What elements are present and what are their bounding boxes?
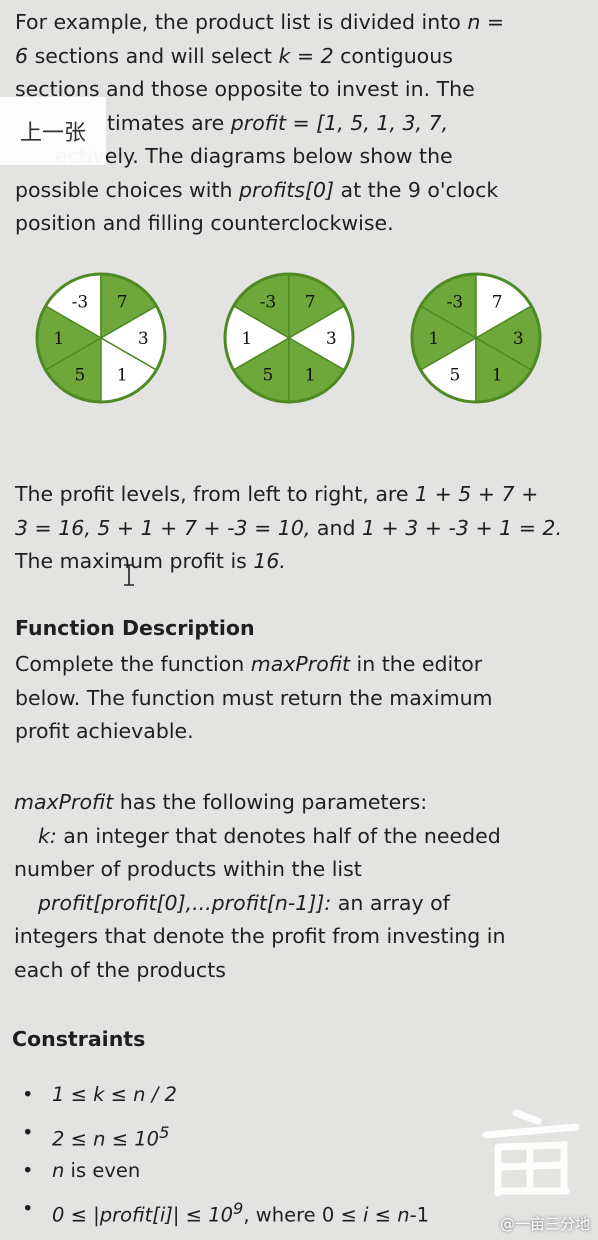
var-k: k: [278, 43, 291, 68]
exponent: 9: [233, 1199, 244, 1218]
constraint-text: , where 0 ≤: [243, 1203, 364, 1227]
constraint-text: 2 ≤ n ≤ 10: [52, 1127, 160, 1151]
param-k-name: k:: [38, 823, 57, 848]
wheel-label: 1: [492, 366, 503, 386]
num-six: 6: [15, 43, 29, 68]
constraint-text: 0 ≤ |profit[i]| ≤ 10: [52, 1203, 234, 1227]
profit-levels-paragraph: The profit levels, from left to right, a…: [15, 478, 575, 579]
function-name: maxProfit: [250, 652, 351, 676]
wheel-3: -3 7315 1: [410, 272, 542, 404]
constraint-text: is even: [64, 1159, 141, 1182]
constraint-text: ≤: [368, 1203, 398, 1227]
constraints-heading: Constraints: [12, 1027, 146, 1051]
watermark-text: @一亩三分地: [499, 1215, 590, 1233]
wheel-label: 7: [305, 292, 316, 312]
var-n: n: [467, 10, 481, 34]
wheel-label: 3: [326, 329, 337, 349]
params-text: an array of: [331, 890, 450, 915]
expr: 1 + 3 + -3 + 1 = 2.: [362, 515, 562, 540]
wheel-label: -3: [447, 292, 464, 312]
params-text: has the following parameters:: [113, 790, 428, 814]
wheel-1: -3 7315 1: [35, 272, 167, 404]
wheel-label: 3: [513, 329, 524, 349]
expr: 1 + 5 + 7 +: [415, 482, 539, 506]
levels-text: and: [310, 515, 362, 540]
params-text: integers that denote the profit from inv…: [14, 924, 506, 948]
wheel-label: 7: [117, 292, 128, 312]
wheel-diagrams: -3 7 3 1 5 1 -3 7 3 1 5 1 -3 7 3 1 5 1: [0, 268, 598, 408]
fd-text: Complete the function: [15, 652, 251, 676]
profit0-var: profits[0]: [239, 177, 335, 202]
intro-text: possible choices with: [15, 177, 240, 202]
wheel-label: 1: [305, 366, 316, 386]
intro-text: sections and will select: [28, 43, 279, 68]
function-description-heading: Function Description: [15, 616, 255, 640]
intro-text: For example, the product list is divided…: [15, 10, 468, 34]
intro-text: at the 9 o'clock: [334, 177, 499, 202]
wheel-label: 7: [492, 292, 503, 312]
params-text: number of products within the list: [14, 857, 362, 881]
params-text: an integer that denotes half of the need…: [56, 823, 501, 848]
intro-text: timates are: [107, 110, 231, 135]
profit-array: profit = [1, 5, 1, 3, 7,: [230, 110, 449, 135]
fd-text: in the editor: [350, 652, 483, 676]
wheel-label: 1: [117, 366, 128, 386]
num-two: 2: [320, 43, 334, 68]
var-n: n: [52, 1159, 65, 1182]
previous-label: 上一张: [19, 121, 86, 146]
function-name: maxProfit: [14, 790, 114, 814]
wheel-label: 1: [428, 329, 439, 349]
levels-text: The profit levels, from left to right, a…: [15, 482, 416, 506]
problem-page: For example, the product list is divided…: [0, 0, 598, 1240]
function-description-paragraph: Complete the function maxProfit in the e…: [15, 648, 575, 749]
parameters-paragraph: maxProfit has the following parameters: …: [14, 786, 574, 987]
var-n: n: [397, 1203, 410, 1227]
wheel-label: -3: [260, 292, 277, 312]
wheel-label: 5: [262, 366, 273, 386]
intro-text: =: [480, 10, 505, 34]
exponent: 5: [159, 1123, 170, 1142]
intro-text: position and filling counterclockwise.: [15, 211, 394, 235]
param-profit-name: profit[profit[0],...profit[n-1]]:: [38, 890, 332, 915]
wheel-2: -3 7315 1: [223, 272, 355, 404]
params-text: each of the products: [14, 957, 226, 982]
wheel-label: 1: [53, 329, 64, 349]
max-value: 16.: [253, 549, 286, 573]
constraint-text: 1 ≤ k ≤ n / 2: [52, 1083, 177, 1106]
wheel-label: 5: [449, 366, 460, 386]
constraint-text: -1: [409, 1203, 430, 1227]
wheel-label: 5: [74, 366, 85, 386]
wheel-label: 1: [241, 329, 252, 349]
text-cursor-icon: [124, 564, 134, 586]
previous-image-button[interactable]: 上一张: [0, 97, 106, 165]
wheel-label: -3: [72, 292, 89, 312]
watermark-logo-icon: [482, 1109, 580, 1197]
expr: 3 = 16, 5 + 1 + 7 + -3 = 10,: [15, 515, 311, 540]
intro-text: =: [290, 43, 321, 68]
fd-text: below. The function must return the maxi…: [15, 685, 493, 710]
intro-text: ectively. The diagrams below show the: [55, 144, 453, 168]
wheel-label: 3: [138, 329, 149, 349]
fd-text: profit achievable.: [15, 719, 194, 743]
intro-text: contiguous: [333, 43, 453, 68]
